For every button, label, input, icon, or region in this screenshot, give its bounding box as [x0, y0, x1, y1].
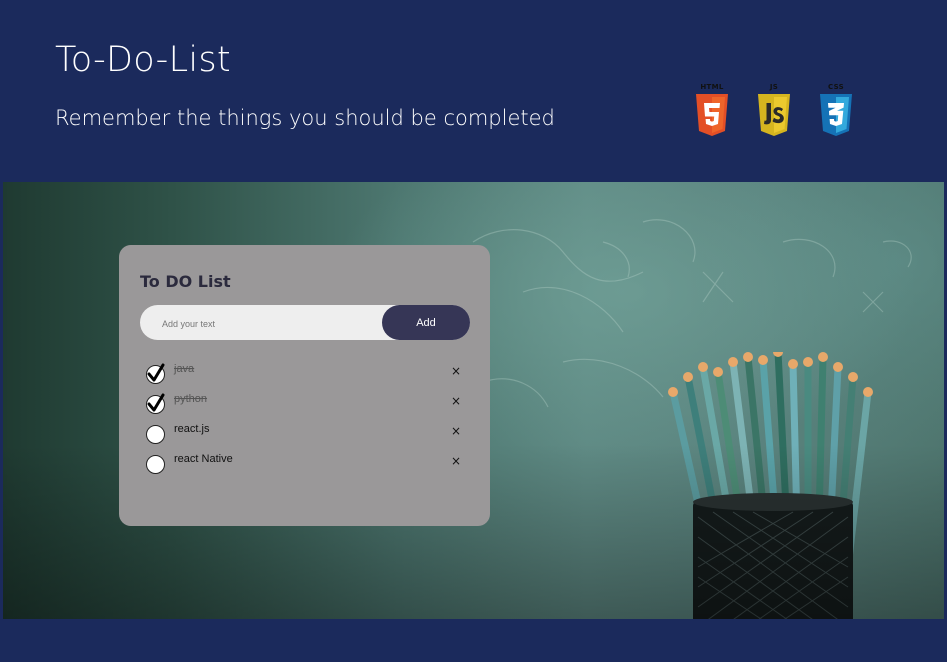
js-icon: [758, 94, 790, 136]
add-button[interactable]: Add: [382, 305, 470, 340]
delete-icon[interactable]: ×: [451, 364, 461, 378]
css3-label: CSS: [828, 83, 844, 91]
pencil-cup: [668, 352, 873, 619]
delete-icon[interactable]: ×: [451, 454, 461, 468]
task-input[interactable]: [160, 305, 384, 342]
task-item[interactable]: react Native ×: [146, 452, 466, 482]
html5-icon: [696, 94, 728, 136]
task-checkbox[interactable]: [146, 455, 165, 474]
html5-label: HTML: [700, 83, 724, 91]
todo-card: To DO List Add java × python × rea: [119, 245, 490, 526]
task-list: java × python × react.js × react Native …: [146, 362, 466, 482]
page-subtitle: Remember the things you should be comple…: [55, 106, 555, 130]
delete-icon[interactable]: ×: [451, 394, 461, 408]
task-item[interactable]: react.js ×: [146, 422, 466, 452]
task-text: react Native: [174, 453, 233, 465]
task-item[interactable]: java ×: [146, 362, 466, 392]
checkmark-icon: [147, 393, 165, 412]
task-item[interactable]: python ×: [146, 392, 466, 422]
delete-icon[interactable]: ×: [451, 424, 461, 438]
js-badge: JS: [754, 83, 794, 139]
task-text: react.js: [174, 423, 210, 435]
checkmark-icon: [147, 363, 165, 382]
add-task-form: Add: [140, 305, 470, 342]
html5-badge: HTML: [692, 83, 732, 139]
task-text: java: [174, 363, 195, 375]
task-text: python: [174, 393, 208, 405]
css3-icon: [820, 94, 852, 136]
task-checkbox[interactable]: [146, 425, 165, 444]
todo-title: To DO List: [140, 272, 231, 291]
page-title: To-Do-List: [55, 40, 231, 80]
task-checkbox[interactable]: [146, 363, 165, 384]
task-checkbox[interactable]: [146, 393, 165, 414]
css3-badge: CSS: [816, 83, 856, 139]
tech-badges: HTML JS CSS: [692, 83, 862, 139]
js-label: JS: [769, 83, 779, 91]
